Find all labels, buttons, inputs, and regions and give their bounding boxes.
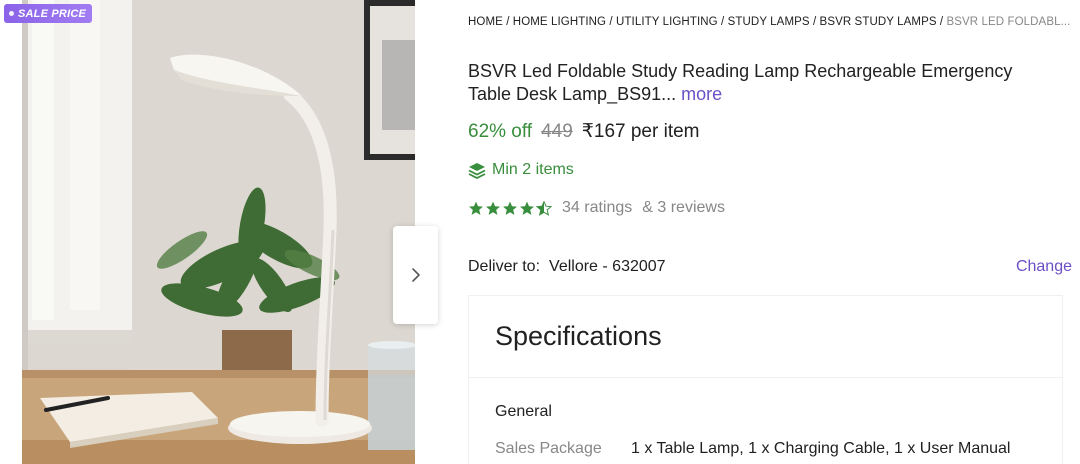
- spec-value: 1 x Table Lamp, 1 x Charging Cable, 1 x …: [631, 440, 1011, 457]
- breadcrumb-current: BSVR LED FOLDABL...: [946, 16, 1071, 28]
- specifications-heading: Specifications: [469, 296, 1062, 378]
- product-title: BSVR Led Foldable Study Reading Lamp Rec…: [468, 60, 1048, 106]
- product-gallery: SALE PRICE: [0, 0, 440, 464]
- product-details: HOME / HOME LIGHTING / UTILITY LIGHTING …: [468, 0, 1072, 464]
- spec-group-title: General: [495, 403, 552, 420]
- delivery-row: Deliver to: Vellore - 632007 Change: [468, 258, 1072, 276]
- star-icon: [520, 201, 534, 215]
- lamp-photo: [22, 0, 415, 464]
- breadcrumb-home-lighting[interactable]: HOME LIGHTING /: [513, 16, 613, 28]
- chevron-right-icon: [411, 268, 420, 282]
- min-order-info: Min 2 items: [468, 161, 574, 179]
- selling-price: ₹167 per item: [581, 121, 700, 142]
- original-price: 449: [541, 121, 573, 142]
- breadcrumb-bsvr-study-lamps[interactable]: BSVR STUDY LAMPS /: [820, 16, 944, 28]
- specifications-panel: Specifications General Sales Package 1 x…: [468, 295, 1063, 464]
- breadcrumb-utility-lighting[interactable]: UTILITY LIGHTING /: [616, 16, 724, 28]
- star-rating: [468, 200, 552, 216]
- spec-row: Sales Package 1 x Table Lamp, 1 x Chargi…: [495, 440, 1010, 458]
- min-items-label: Min 2 items: [492, 161, 574, 178]
- stack-icon: [468, 162, 486, 179]
- breadcrumb-home[interactable]: HOME /: [468, 16, 510, 28]
- half-star-icon: [536, 200, 552, 216]
- breadcrumb-study-lamps[interactable]: STUDY LAMPS /: [728, 16, 817, 28]
- star-icon: [469, 201, 483, 215]
- deliver-to-label: Deliver to:: [468, 258, 541, 275]
- discount-percent: 62% off: [468, 121, 533, 142]
- reviews-count: & 3 reviews: [642, 199, 725, 216]
- more-link[interactable]: more: [681, 84, 722, 104]
- star-icon: [486, 201, 500, 215]
- price-row: 62% off 449 ₹167 per item: [468, 120, 700, 143]
- badge-dot-icon: [9, 11, 14, 16]
- breadcrumb: HOME / HOME LIGHTING / UTILITY LIGHTING …: [468, 16, 1070, 28]
- ratings-row[interactable]: 34 ratings & 3 reviews: [468, 199, 725, 217]
- ratings-count: 34 ratings: [562, 199, 633, 216]
- star-icon: [503, 201, 517, 215]
- delivery-location: Vellore - 632007: [549, 258, 666, 275]
- change-location-button[interactable]: Change: [1016, 258, 1072, 276]
- spec-key: Sales Package: [495, 440, 602, 457]
- sale-badge-label: SALE PRICE: [18, 7, 87, 20]
- product-image[interactable]: [22, 0, 415, 464]
- sale-badge: SALE PRICE: [4, 4, 93, 23]
- product-title-text: BSVR Led Foldable Study Reading Lamp Rec…: [468, 61, 1013, 104]
- next-image-button[interactable]: [393, 226, 438, 324]
